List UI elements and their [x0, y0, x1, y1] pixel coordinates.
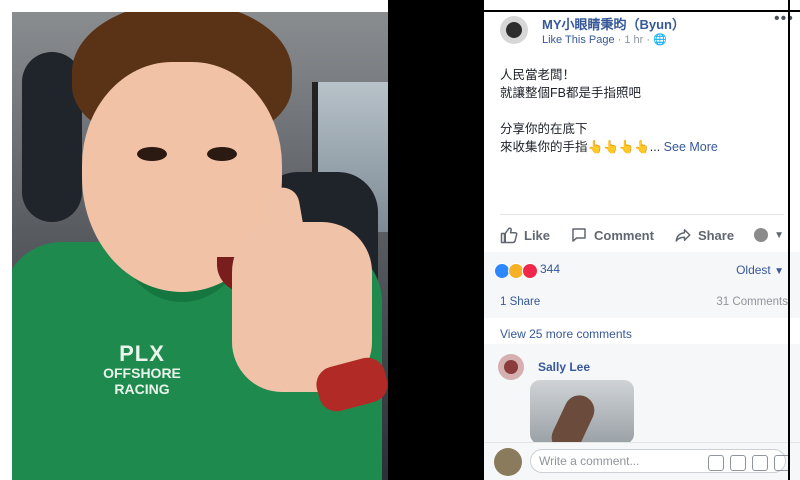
more-options-icon[interactable]: ••• [774, 10, 794, 28]
like-button[interactable]: Like [500, 226, 550, 244]
post-text: 人民當老闆！ 就讓整個FB都是手指照吧 分享你的在底下 來收集你的手指👆👆👆👆.… [500, 66, 790, 156]
shares-row: 1 Share 31 Comments [484, 288, 800, 318]
commenter-name[interactable]: Sally Lee [538, 360, 590, 374]
facebook-post-panel: MY小眼睛秉昀（Byun） Like This Page · 1 hr · 🌐 … [484, 0, 800, 480]
post-meta: Like This Page · 1 hr · 🌐 [542, 33, 667, 46]
composer-avatar [494, 448, 522, 476]
globe-icon: 🌐 [653, 34, 667, 46]
crop-frame-right [788, 0, 790, 480]
post-text-line-4: 分享你的在底下 [500, 122, 588, 136]
gif-icon[interactable] [752, 455, 768, 471]
audience-selector[interactable]: ▼ [754, 228, 784, 242]
post-text-line-5-text: 來收集你的手指👆👆👆👆... [500, 140, 661, 154]
share-label: Share [697, 227, 735, 243]
chevron-down-icon: ▼ [774, 229, 784, 241]
post-actions: Like Comment Share ▼ [500, 220, 784, 250]
share-icon [675, 229, 691, 242]
love-reaction-icon [522, 263, 538, 279]
page-name-link[interactable]: MY小眼睛秉昀（Byun） [542, 14, 685, 33]
shirt-logo-plx: PLX [119, 341, 165, 366]
thumbs-up-icon [500, 227, 518, 244]
comment-button[interactable]: Comment [570, 226, 654, 244]
photo-frame: PLX OFFSHORE RACING [0, 0, 388, 480]
share-button[interactable]: Share [674, 226, 734, 244]
shirt-logo: PLX OFFSHORE RACING [82, 341, 202, 397]
comment-sort-label: Oldest [736, 263, 771, 277]
comment-sort-dropdown[interactable]: Oldest ▼ [736, 263, 784, 277]
comment-label: Comment [594, 227, 654, 243]
comment-item: Sally Lee [484, 344, 800, 444]
reaction-count[interactable]: 344 [540, 262, 560, 276]
post-header: MY小眼睛秉昀（Byun） Like This Page · 1 hr · 🌐 … [484, 0, 800, 60]
like-label: Like [524, 227, 551, 243]
post-text-line-2: 就讓整個FB都是手指照吧 [500, 86, 641, 100]
profile-mini-avatar [754, 228, 769, 242]
post-photo[interactable]: PLX OFFSHORE RACING [12, 12, 388, 480]
commenter-avatar[interactable] [498, 354, 524, 380]
eye-right [207, 147, 237, 161]
view-more-comments-link[interactable]: View 25 more comments [500, 327, 632, 341]
comments-count[interactable]: 31 Comments [716, 296, 788, 308]
comment-photo[interactable] [530, 380, 634, 444]
reaction-icons[interactable] [494, 263, 538, 279]
shares-count-link[interactable]: 1 Share [500, 296, 540, 308]
post-text-line-5: 來收集你的手指👆👆👆👆... See More [500, 138, 790, 156]
shirt-logo-line-2: RACING [114, 380, 170, 397]
like-this-page-link[interactable]: Like This Page [542, 34, 615, 46]
chevron-down-icon: ▼ [774, 266, 784, 277]
black-strip [388, 0, 484, 480]
post-text-gap [500, 102, 790, 120]
comment-composer: Write a comment... [484, 442, 800, 480]
shirt-logo-line-1: OFFSHORE [103, 365, 181, 382]
see-more-link[interactable]: See More [664, 140, 718, 154]
eye-left [137, 147, 167, 161]
crop-frame-top [484, 10, 800, 12]
composer-icons [708, 455, 790, 471]
reactions-row: 344 Oldest ▼ [484, 252, 800, 288]
camera-icon[interactable] [730, 455, 746, 471]
post-text-line-1: 人民當老闆！ [500, 68, 576, 82]
emoji-icon[interactable] [708, 455, 724, 471]
page-avatar[interactable] [500, 16, 528, 44]
post-time: · 1 hr · [617, 34, 651, 46]
comment-icon [572, 228, 586, 242]
divider [500, 214, 784, 215]
